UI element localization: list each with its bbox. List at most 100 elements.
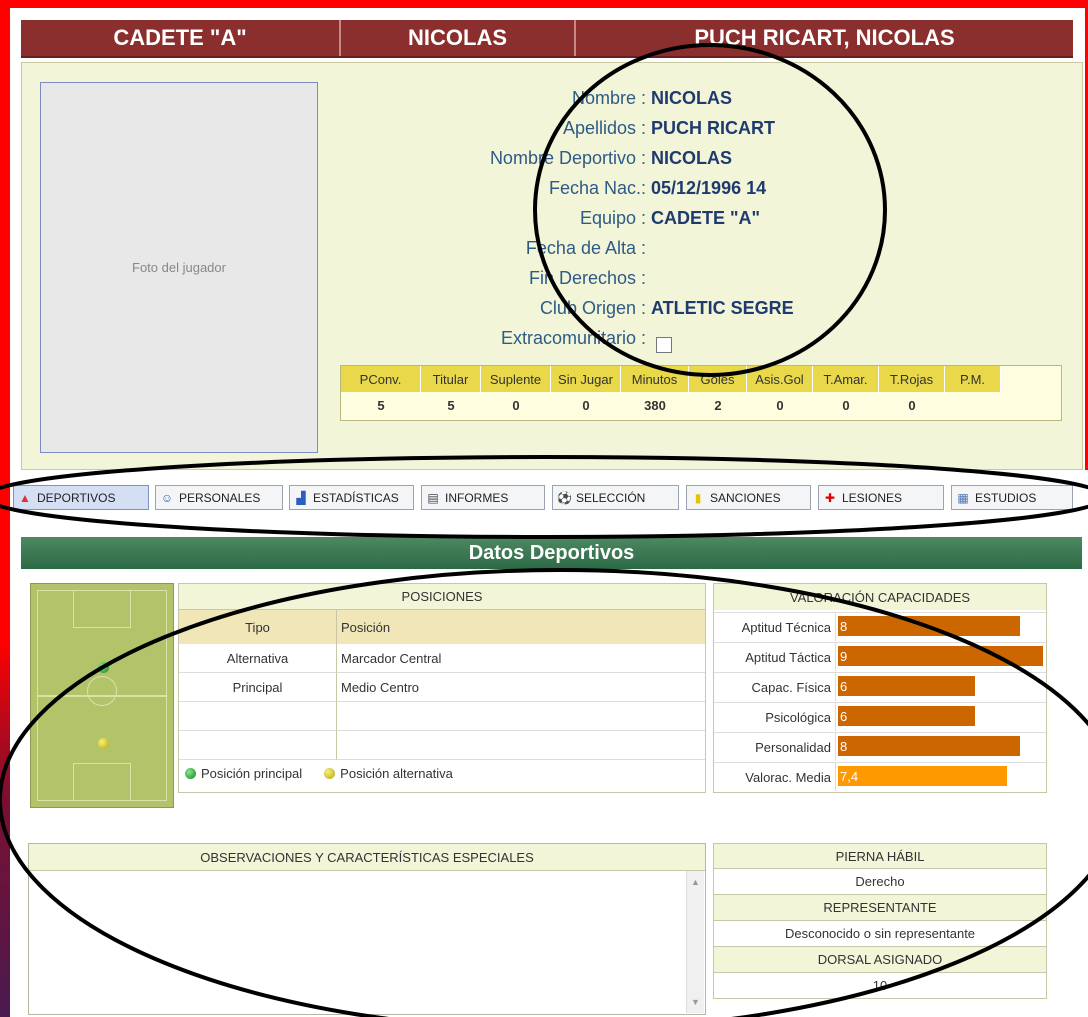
tab-label: PERSONALES xyxy=(179,490,261,505)
tab-sanciones[interactable]: ▮ SANCIONES xyxy=(686,485,811,510)
position-tipo-cell: Principal xyxy=(179,673,337,702)
tab-informes[interactable]: ▤ INFORMES xyxy=(421,485,545,510)
info-row: Fecha Nac.: xyxy=(330,176,646,200)
observaciones-panel: OBSERVACIONES Y CARACTERÍSTICAS ESPECIAL… xyxy=(28,843,706,1015)
observaciones-scrollbar[interactable]: ▲ ▼ xyxy=(686,871,704,1013)
info-label: Nombre : xyxy=(571,88,646,108)
valoracion-bar: 8 xyxy=(838,616,1020,636)
player-photo-placeholder: Foto del jugador xyxy=(132,260,226,275)
extracomunitario-checkbox[interactable] xyxy=(656,337,672,353)
book-icon: ▦ xyxy=(957,490,969,505)
valoracion-row: Psicológica 6 xyxy=(714,702,1046,731)
valoracion-bar: 6 xyxy=(838,706,975,726)
info-row: Equipo : xyxy=(330,206,646,230)
stats-header-cell: P.M. xyxy=(945,366,1001,392)
tab-label: INFORMES xyxy=(445,490,509,505)
positions-table: POSICIONES Tipo Posición Alternativa Marc… xyxy=(178,583,706,793)
stats-header-cell: Titular xyxy=(421,366,481,392)
info-value: NICOLAS xyxy=(651,148,732,168)
pierna-value: Derecho xyxy=(713,869,1047,895)
observaciones-textarea[interactable] xyxy=(31,872,685,1012)
info-row: Club Origen : xyxy=(330,296,646,320)
tab-lesiones[interactable]: ✚ LESIONES xyxy=(818,485,944,510)
stats-value-cell: 0 xyxy=(908,397,916,413)
pierna-title: PIERNA HÁBIL xyxy=(713,843,1047,869)
tab-personales[interactable]: ☺ PERSONALES xyxy=(155,485,283,510)
valoracion-label: Capac. Física xyxy=(714,673,836,701)
representante-value: Desconocido o sin representante xyxy=(713,921,1047,947)
info-label: Apellidos : xyxy=(562,118,646,138)
stats-header-cell: Minutos xyxy=(621,366,689,392)
stats-header-row: PConv. Titular Suplente Sin Jugar Minutos Gol… xyxy=(341,366,1061,392)
stats-value-cell: 5 xyxy=(447,397,455,413)
positions-title: POSICIONES xyxy=(179,584,705,610)
info-label: Nombre Deportivo : xyxy=(489,148,646,168)
tab-label: LESIONES xyxy=(842,490,903,505)
tab-label: ESTUDIOS xyxy=(975,490,1037,505)
info-row: Nombre : xyxy=(330,86,646,110)
pitch-center-circle xyxy=(87,676,117,706)
tab-selección[interactable]: ⚽ SELECCIÓN xyxy=(552,485,679,510)
stats-value-cell: 0 xyxy=(776,397,784,413)
valoracion-label: Personalidad xyxy=(714,733,836,761)
tab-label: DEPORTIVOS xyxy=(37,490,116,505)
principal-legend-icon xyxy=(185,767,196,779)
cone-icon: ▲ xyxy=(19,490,31,505)
tab-label: SANCIONES xyxy=(710,490,781,505)
tab-label: SELECCIÓN xyxy=(576,490,646,505)
player-header-bar: CADETE "A" NICOLAS PUCH RICART, NICOLAS xyxy=(21,20,1073,58)
dorsal-value: 10 xyxy=(713,973,1047,999)
side-info-table: PIERNA HÁBIL Derecho REPRESENTANTE Desco… xyxy=(713,843,1047,999)
header-full-name: PUCH RICART, NICOLAS xyxy=(694,25,955,50)
positions-legend: Posición principal Posición alternativa xyxy=(185,760,695,786)
stats-header-cell: Goles xyxy=(689,366,747,392)
scroll-down-icon[interactable]: ▼ xyxy=(691,997,700,1007)
positions-col-tipo: Tipo xyxy=(179,610,337,644)
info-label: Fin Derechos : xyxy=(528,268,646,288)
position-tipo-cell xyxy=(179,702,337,731)
alternative-position-marker xyxy=(98,738,109,749)
position-posicion-cell xyxy=(337,702,705,731)
scroll-up-icon[interactable]: ▲ xyxy=(691,877,700,887)
info-row: Nombre Deportivo : xyxy=(330,146,646,170)
player-photo: Foto del jugador xyxy=(40,82,318,453)
valoracion-row: Valorac. Media 7,4 xyxy=(714,762,1046,791)
stats-value-cell: 0 xyxy=(842,397,850,413)
report-icon: ▤ xyxy=(427,490,439,505)
info-value: 05/12/1996 14 xyxy=(651,178,767,198)
stats-value-cell: 0 xyxy=(582,397,590,413)
stats-value-cell: 380 xyxy=(644,397,666,413)
tab-estadísticas[interactable]: ▟ ESTADÍSTICAS xyxy=(289,485,414,510)
valoracion-row: Aptitud Táctica 9 xyxy=(714,642,1046,671)
alternative-legend-icon xyxy=(324,767,336,779)
person-icon: ☺ xyxy=(160,490,174,505)
info-value: NICOLAS xyxy=(651,88,732,108)
info-label: Fecha Nac.: xyxy=(548,178,646,198)
info-label: Fecha de Alta : xyxy=(525,238,646,258)
info-value: PUCH RICART xyxy=(651,118,775,138)
tab-deportivos[interactable]: ▲ DEPORTIVOS xyxy=(13,485,149,510)
header-nickname: NICOLAS xyxy=(341,20,576,56)
valoracion-bar: 8 xyxy=(838,736,1020,756)
stats-value-cell: 5 xyxy=(377,397,385,413)
valoracion-row: Personalidad 8 xyxy=(714,732,1046,761)
stats-header-cell: PConv. xyxy=(341,366,421,392)
stats-value-cell: 2 xyxy=(714,397,722,413)
positions-col-posicion: Posición xyxy=(337,610,705,644)
info-row: Fin Derechos : xyxy=(330,266,646,290)
red-frame-left xyxy=(0,0,10,1017)
info-row: Fecha de Alta : xyxy=(330,236,646,260)
valoracion-row: Aptitud Técnica 8 xyxy=(714,612,1046,641)
principal-position-marker xyxy=(98,662,109,673)
info-label: Club Origen : xyxy=(539,298,646,318)
info-row: Extracomunitario : xyxy=(330,326,646,350)
pitch-top-box xyxy=(73,590,131,628)
valoracion-label: Aptitud Técnica xyxy=(714,613,836,641)
stats-value-row: 5 5 0 0 380 2 0 0 0 xyxy=(341,392,1061,418)
stats-table: PConv. Titular Suplente Sin Jugar Minutos Gol… xyxy=(340,365,1062,421)
pitch-bottom-box xyxy=(73,763,131,801)
stats-header-cell: T.Amar. xyxy=(813,366,879,392)
info-label: Equipo : xyxy=(579,208,646,228)
tab-estudios[interactable]: ▦ ESTUDIOS xyxy=(951,485,1073,510)
representante-title: REPRESENTANTE xyxy=(713,895,1047,921)
